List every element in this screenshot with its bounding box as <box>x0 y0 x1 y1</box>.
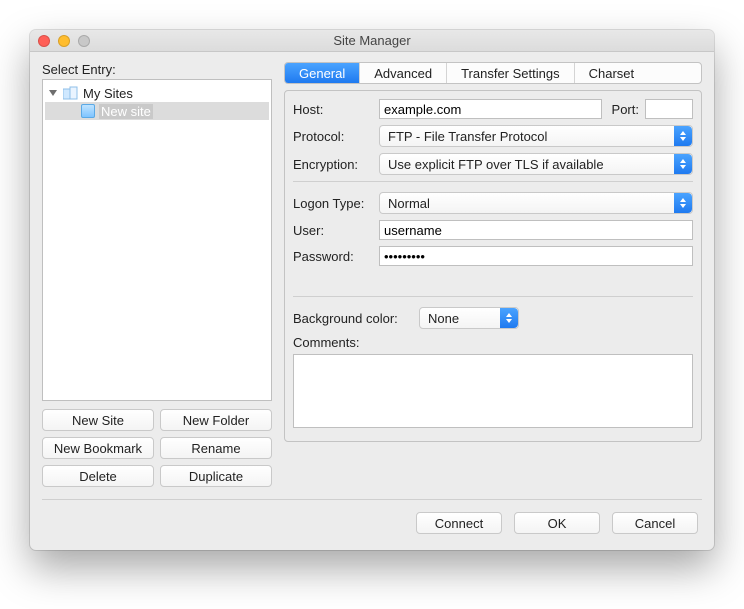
password-label: Password: <box>293 249 373 264</box>
comments-label: Comments: <box>293 335 693 350</box>
updown-icon <box>674 126 692 146</box>
new-bookmark-button[interactable]: New Bookmark <box>42 437 154 459</box>
chevron-down-icon[interactable] <box>49 90 57 96</box>
tab-charset[interactable]: Charset <box>575 63 649 83</box>
ok-button[interactable]: OK <box>514 512 600 534</box>
user-label: User: <box>293 223 373 238</box>
bgcolor-label: Background color: <box>293 311 413 326</box>
logon-type-select[interactable]: Normal <box>379 192 693 214</box>
site-manager-window: Site Manager Select Entry: My Sites New … <box>30 30 714 550</box>
rename-button[interactable]: Rename <box>160 437 272 459</box>
logon-type-value: Normal <box>388 196 430 211</box>
host-label: Host: <box>293 102 373 117</box>
logon-type-label: Logon Type: <box>293 196 373 211</box>
titlebar: Site Manager <box>30 30 714 52</box>
server-icon <box>81 104 95 118</box>
separator <box>293 181 693 182</box>
tabbar: General Advanced Transfer Settings Chars… <box>284 62 702 84</box>
tree-root-label: My Sites <box>83 86 133 101</box>
protocol-value: FTP - File Transfer Protocol <box>388 129 547 144</box>
separator <box>293 296 693 297</box>
updown-icon <box>674 154 692 174</box>
tree-item-new-site[interactable]: New site <box>45 102 269 120</box>
encryption-select[interactable]: Use explicit FTP over TLS if available <box>379 153 693 175</box>
tree-root[interactable]: My Sites <box>45 84 269 102</box>
port-input[interactable] <box>645 99 693 119</box>
tab-advanced[interactable]: Advanced <box>360 63 447 83</box>
updown-icon <box>674 193 692 213</box>
encryption-value: Use explicit FTP over TLS if available <box>388 157 604 172</box>
folder-icon <box>63 86 79 100</box>
protocol-label: Protocol: <box>293 129 373 144</box>
bgcolor-select[interactable]: None <box>419 307 519 329</box>
updown-icon <box>500 308 518 328</box>
dialog-footer: Connect OK Cancel <box>30 500 714 550</box>
site-tree[interactable]: My Sites New site <box>42 79 272 401</box>
select-entry-label: Select Entry: <box>42 62 272 77</box>
port-label: Port: <box>612 102 639 117</box>
new-site-button[interactable]: New Site <box>42 409 154 431</box>
general-panel: Host: Port: Protocol: FTP - File Transfe… <box>284 90 702 442</box>
comments-textarea[interactable] <box>293 354 693 428</box>
new-folder-button[interactable]: New Folder <box>160 409 272 431</box>
cancel-button[interactable]: Cancel <box>612 512 698 534</box>
tab-transfer-settings[interactable]: Transfer Settings <box>447 63 575 83</box>
connect-button[interactable]: Connect <box>416 512 502 534</box>
password-input[interactable] <box>379 246 693 266</box>
tab-general[interactable]: General <box>285 63 360 83</box>
window-title: Site Manager <box>30 33 714 48</box>
bgcolor-value: None <box>428 311 459 326</box>
protocol-select[interactable]: FTP - File Transfer Protocol <box>379 125 693 147</box>
tree-item-label: New site <box>99 104 153 119</box>
host-input[interactable] <box>379 99 602 119</box>
delete-button[interactable]: Delete <box>42 465 154 487</box>
user-input[interactable] <box>379 220 693 240</box>
encryption-label: Encryption: <box>293 157 373 172</box>
duplicate-button[interactable]: Duplicate <box>160 465 272 487</box>
